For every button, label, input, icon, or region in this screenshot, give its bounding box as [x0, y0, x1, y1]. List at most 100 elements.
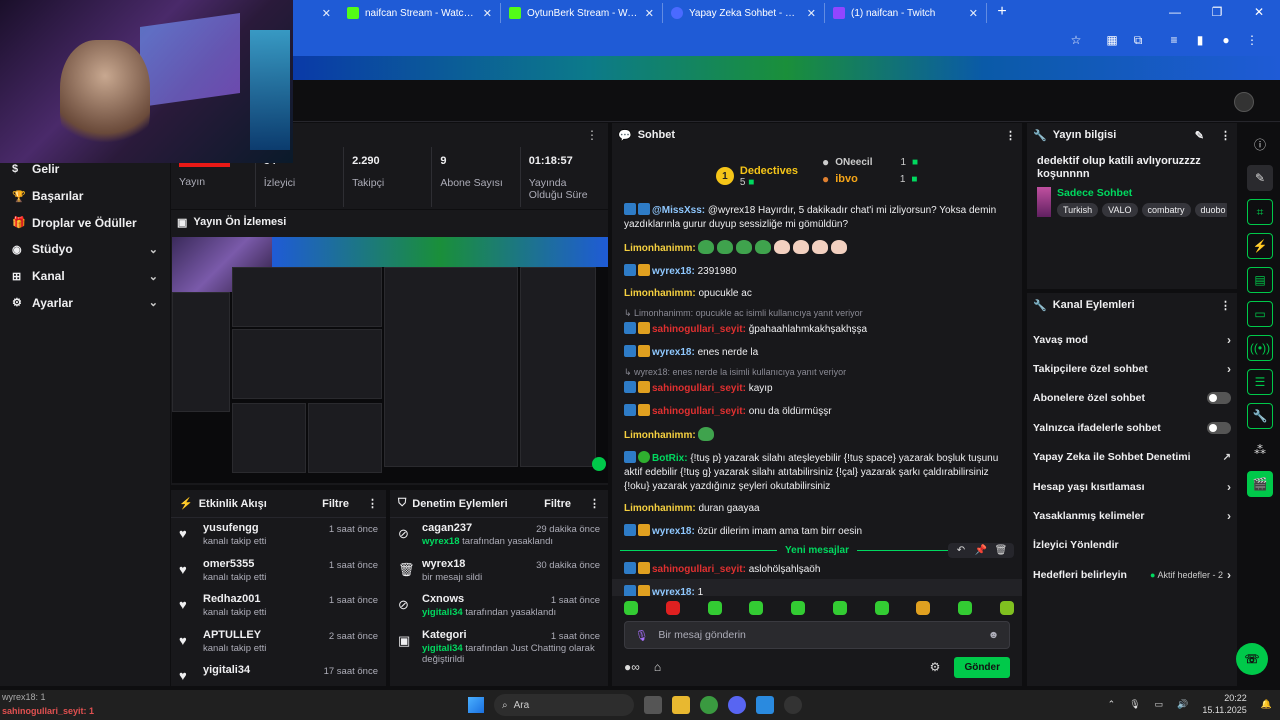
toggle-switch[interactable] — [1207, 421, 1231, 434]
emote-button[interactable] — [791, 601, 806, 615]
points-icon[interactable]: ●∞ — [624, 660, 640, 674]
tag-pill[interactable]: Turkish — [1057, 203, 1099, 217]
windows-start-icon[interactable] — [468, 697, 484, 713]
chrome-icon[interactable] — [700, 696, 718, 714]
notification-icon[interactable]: 🔔 — [1261, 699, 1272, 710]
close-icon[interactable]: ✕ — [969, 7, 978, 20]
media-icon[interactable]: ≡ — [1166, 33, 1182, 47]
trash-icon[interactable]: 🗑 — [992, 545, 1010, 556]
puzzle-icon[interactable]: ⧉ — [1130, 33, 1146, 48]
channel-action-item[interactable]: Abonelere özel sohbet — [1027, 384, 1237, 413]
emote-button[interactable] — [665, 601, 680, 615]
emote-button[interactable] — [749, 601, 764, 615]
sidebar-item-3[interactable]: ◉ Stüdyo ⌄ — [0, 236, 170, 263]
chat-support-button[interactable]: ☏ — [1236, 643, 1268, 675]
emote-button[interactable] — [958, 601, 973, 615]
close-icon[interactable]: ✕ — [483, 7, 492, 20]
bolt-icon[interactable]: ⚡ — [1247, 233, 1273, 259]
filter-button[interactable]: Filtre — [322, 498, 349, 510]
new-tab-button[interactable]: + — [993, 3, 1011, 21]
channel-action-item[interactable]: Hedefleri belirleyinAktif hedefler - 2› — [1027, 560, 1237, 589]
app-icon[interactable] — [756, 696, 774, 714]
toggle-switch[interactable] — [1207, 392, 1231, 405]
tab-3[interactable]: (1) naifcan - Twitch ✕ — [825, 3, 987, 23]
gear-icon[interactable]: ⚙ — [930, 660, 941, 674]
more-icon[interactable]: ⋮ — [1220, 129, 1231, 142]
obs-icon[interactable] — [784, 696, 802, 714]
sidebar-item-5[interactable]: ⚙ Ayarlar ⌄ — [0, 289, 170, 316]
taskview-icon[interactable] — [644, 696, 662, 714]
channel-action-item[interactable]: Yalnızca ifadelerle sohbet — [1027, 413, 1237, 442]
wrench-icon[interactable]: 🔧 — [1247, 403, 1273, 429]
close-window-button[interactable]: ✕ — [1238, 0, 1280, 24]
chat-message: sahinogullari_seyit: onu da öldürmüşşr — [612, 398, 1022, 421]
emote-button[interactable] — [916, 601, 931, 615]
taskbar-search[interactable]: ⌕ Ara — [494, 694, 634, 716]
network-icon[interactable]: ▭ — [1155, 699, 1164, 710]
more-icon[interactable]: ⋮ — [1005, 129, 1016, 142]
document-icon[interactable]: ▤ — [1247, 267, 1273, 293]
emote-button[interactable] — [624, 601, 638, 615]
chat-input[interactable]: 🎙 Bir mesaj gönderin ☻ — [624, 621, 1010, 649]
sidebar-item-4[interactable]: ⊞ Kanal ⌄ — [0, 263, 170, 290]
split-icon[interactable]: ▮ — [1192, 33, 1208, 47]
chat-icon[interactable]: ▭ — [1247, 301, 1273, 327]
pencil-icon[interactable]: ✎ — [1247, 165, 1273, 191]
reply-icon[interactable]: ↶ — [952, 545, 970, 556]
broadcast-icon[interactable]: ((•)) — [1247, 335, 1273, 361]
maximize-button[interactable]: ❐ — [1196, 0, 1238, 24]
channel-action-item[interactable]: Yasaklanmış kelimeler › — [1027, 501, 1237, 530]
filter-button[interactable]: Filtre — [544, 498, 571, 510]
stack-icon[interactable]: ☰ — [1247, 369, 1273, 395]
chevron-up-icon[interactable]: ⌃ — [1108, 699, 1116, 710]
emote-button[interactable] — [999, 601, 1014, 615]
send-button[interactable]: Gönder — [954, 656, 1010, 678]
category-name[interactable]: Sadece Sohbet — [1057, 187, 1227, 199]
volume-icon[interactable]: 🔊 — [1177, 699, 1188, 710]
channel-action-item[interactable]: İzleyici Yönlendir — [1027, 531, 1237, 560]
close-icon[interactable]: ✕ — [645, 7, 654, 20]
more-icon[interactable]: ⋮ — [589, 497, 600, 510]
pin-icon[interactable]: 📌 — [972, 545, 990, 556]
folder-icon[interactable] — [672, 696, 690, 714]
tab-1[interactable]: OytunBerk Stream - Watch Live✕ — [501, 3, 663, 23]
mic-icon[interactable]: 🎙 — [1129, 699, 1140, 710]
more-icon[interactable]: ⋮ — [586, 128, 598, 142]
menu-icon[interactable]: ⋮ — [1244, 33, 1260, 47]
more-icon[interactable]: ⋮ — [1220, 299, 1231, 312]
bookmark-star-icon[interactable]: ☆ — [1068, 33, 1084, 47]
channel-action-item[interactable]: Yapay Zeka ile Sohbet Denetimi ↗ — [1027, 443, 1237, 472]
share-icon[interactable]: ⁂ — [1247, 437, 1273, 463]
extension-icon[interactable]: ▦ — [1104, 33, 1120, 47]
emote-button[interactable] — [874, 601, 889, 615]
tag-pill[interactable]: combatry — [1141, 203, 1191, 217]
mic-icon[interactable]: 🎙 — [635, 629, 648, 642]
sidebar-item-1[interactable]: 🏆 Başarılar — [0, 183, 170, 210]
tab-close-prev[interactable]: ✕ — [293, 3, 339, 23]
preview-video[interactable] — [172, 237, 608, 483]
edit-icon[interactable]: ✎ — [1195, 129, 1204, 142]
tab-0[interactable]: naifcan Stream - Watch Live on✕ — [339, 3, 501, 23]
store-icon[interactable]: ⌂ — [654, 660, 661, 674]
emoji-icon[interactable]: ☻ — [988, 629, 999, 641]
channel-action-item[interactable]: Yavaş mod › — [1027, 325, 1237, 354]
profile-avatar[interactable]: ● — [1218, 33, 1234, 47]
channel-action-item[interactable]: Takipçilere özel sohbet › — [1027, 354, 1237, 383]
clapper-icon[interactable]: 🎬 — [1247, 471, 1273, 497]
clock[interactable]: 20:22 15.11.2025 — [1202, 692, 1246, 716]
channel-action-item[interactable]: Hesap yaşı kısıtlaması › — [1027, 472, 1237, 501]
sidebar-item-2[interactable]: 🎁 Droplar ve Ödüller — [0, 209, 170, 236]
emote-button[interactable] — [832, 601, 847, 615]
tag-pill[interactable]: VALO — [1102, 203, 1138, 217]
minimize-button[interactable]: — — [1154, 0, 1196, 24]
tab-2[interactable]: Yapay Zeka Sohbet - MissXss AI✕ — [663, 3, 825, 23]
close-icon[interactable]: ✕ — [807, 7, 816, 20]
crop-icon[interactable]: ⌗ — [1247, 199, 1273, 225]
more-icon[interactable]: ⋮ — [367, 497, 378, 510]
emote-button[interactable] — [707, 601, 722, 615]
info-icon[interactable]: ⓘ — [1247, 131, 1273, 157]
kick-icon — [347, 7, 359, 19]
discord-icon[interactable] — [728, 696, 746, 714]
tag-pill[interactable]: duobo — [1194, 203, 1227, 217]
user-avatar[interactable] — [1234, 92, 1254, 112]
